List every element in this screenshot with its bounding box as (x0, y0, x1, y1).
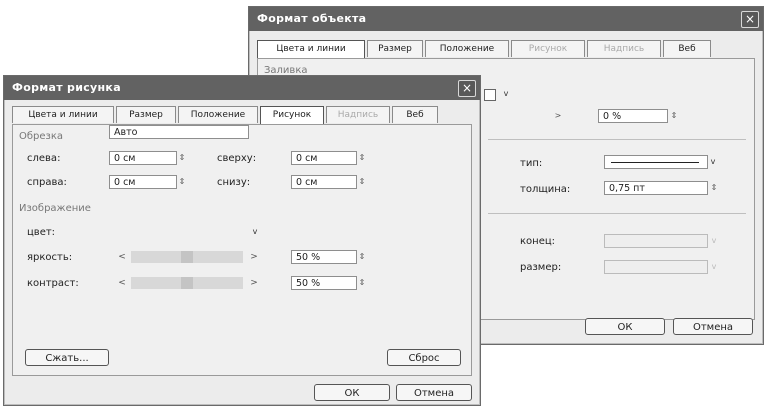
contrast-label: контраст: (27, 278, 79, 289)
tab-colors-lines[interactable]: Цвета и линии (257, 40, 365, 59)
dialog-title: Формат рисунка (4, 76, 480, 100)
crop-right-field[interactable]: 0 см (109, 175, 177, 189)
ok-button[interactable]: ОК (314, 384, 390, 401)
image-group-label: Изображение (19, 203, 91, 214)
spin-icon[interactable]: ⇕ (356, 250, 368, 264)
brightness-label: яркость: (27, 252, 73, 263)
tab-position[interactable]: Положение (178, 106, 258, 123)
spin-icon[interactable]: ⇕ (668, 109, 680, 123)
tab-size[interactable]: Размер (116, 106, 176, 123)
tab-bar: Цвета и линии Размер Положение Рисунок Н… (12, 106, 472, 125)
line-type-select[interactable] (604, 155, 708, 169)
spin-icon[interactable]: ⇕ (356, 276, 368, 290)
slider-thumb[interactable] (181, 251, 193, 263)
crop-top-field[interactable]: 0 см (291, 151, 357, 165)
spin-icon[interactable]: ⇕ (356, 175, 368, 189)
chevron-down-icon[interactable]: v (249, 225, 261, 239)
spin-icon[interactable]: ⇕ (176, 151, 188, 165)
chevron-down-icon: v (711, 236, 717, 245)
tab-web[interactable]: Веб (392, 106, 438, 123)
spin-icon[interactable]: ⇕ (356, 151, 368, 165)
color-label: цвет: (27, 227, 56, 238)
crop-right-label: справа: (27, 177, 67, 188)
end-label: конец: (520, 236, 556, 247)
contrast-field[interactable]: 50 % (291, 276, 357, 290)
crop-bottom-field[interactable]: 0 см (291, 175, 357, 189)
size-select (604, 260, 708, 274)
color-select[interactable]: Авто (109, 125, 249, 139)
tab-panel: Обрезка слева: 0 см ⇕ сверху: 0 см ⇕ спр… (12, 124, 472, 376)
tab-textbox: Надпись (326, 106, 390, 123)
brightness-slider[interactable] (131, 251, 243, 263)
line-thickness-label: толщина: (520, 184, 571, 195)
contrast-slider[interactable] (131, 277, 243, 289)
cancel-button[interactable]: Отмена (396, 384, 472, 401)
slider-left-icon[interactable]: < (117, 251, 127, 263)
tab-colors-lines[interactable]: Цвета и линии (12, 106, 114, 123)
tab-size[interactable]: Размер (367, 40, 423, 57)
close-icon[interactable]: × (741, 11, 759, 28)
ok-button[interactable]: ОК (585, 318, 665, 335)
spin-icon[interactable]: > (552, 109, 564, 123)
tab-bar: Цвета и линии Размер Положение Рисунок Н… (257, 40, 755, 59)
brightness-field[interactable]: 50 % (291, 250, 357, 264)
crop-top-label: сверху: (217, 153, 257, 164)
crop-bottom-label: снизу: (217, 177, 251, 188)
end-select (604, 234, 708, 248)
slider-left-icon[interactable]: < (117, 277, 127, 289)
crop-left-label: слева: (27, 153, 61, 164)
compress-button[interactable]: Сжать... (25, 349, 109, 366)
slider-right-icon[interactable]: > (249, 277, 259, 289)
format-picture-dialog: Формат рисунка × Цвета и линии Размер По… (3, 75, 481, 406)
line-sample (611, 162, 699, 163)
line-type-label: тип: (520, 158, 543, 169)
reset-button[interactable]: Сброс (387, 349, 461, 366)
line-thickness-field[interactable]: 0,75 пт (604, 181, 708, 195)
tab-picture: Рисунок (511, 40, 585, 57)
tab-textbox: Надпись (587, 40, 661, 57)
fill-color-box[interactable] (484, 89, 496, 101)
divider (488, 213, 746, 214)
crop-group-label: Обрезка (19, 131, 64, 142)
transparency-field[interactable]: 0 % (598, 109, 668, 123)
slider-right-icon[interactable]: > (249, 251, 259, 263)
chevron-down-icon[interactable]: v (707, 155, 719, 169)
divider (488, 139, 746, 140)
spin-icon[interactable]: ⇕ (708, 181, 720, 195)
chevron-down-icon[interactable]: v (500, 87, 512, 101)
slider-thumb[interactable] (181, 277, 193, 289)
crop-left-field[interactable]: 0 см (109, 151, 177, 165)
tab-position[interactable]: Положение (425, 40, 509, 57)
chevron-down-icon: v (711, 262, 717, 271)
spin-icon[interactable]: ⇕ (176, 175, 188, 189)
cancel-button[interactable]: Отмена (673, 318, 753, 335)
dialog-title: Формат объекта (249, 7, 763, 31)
tab-picture[interactable]: Рисунок (260, 106, 324, 125)
size-label: размер: (520, 262, 562, 273)
tab-web[interactable]: Веб (663, 40, 711, 57)
close-icon[interactable]: × (458, 80, 476, 97)
